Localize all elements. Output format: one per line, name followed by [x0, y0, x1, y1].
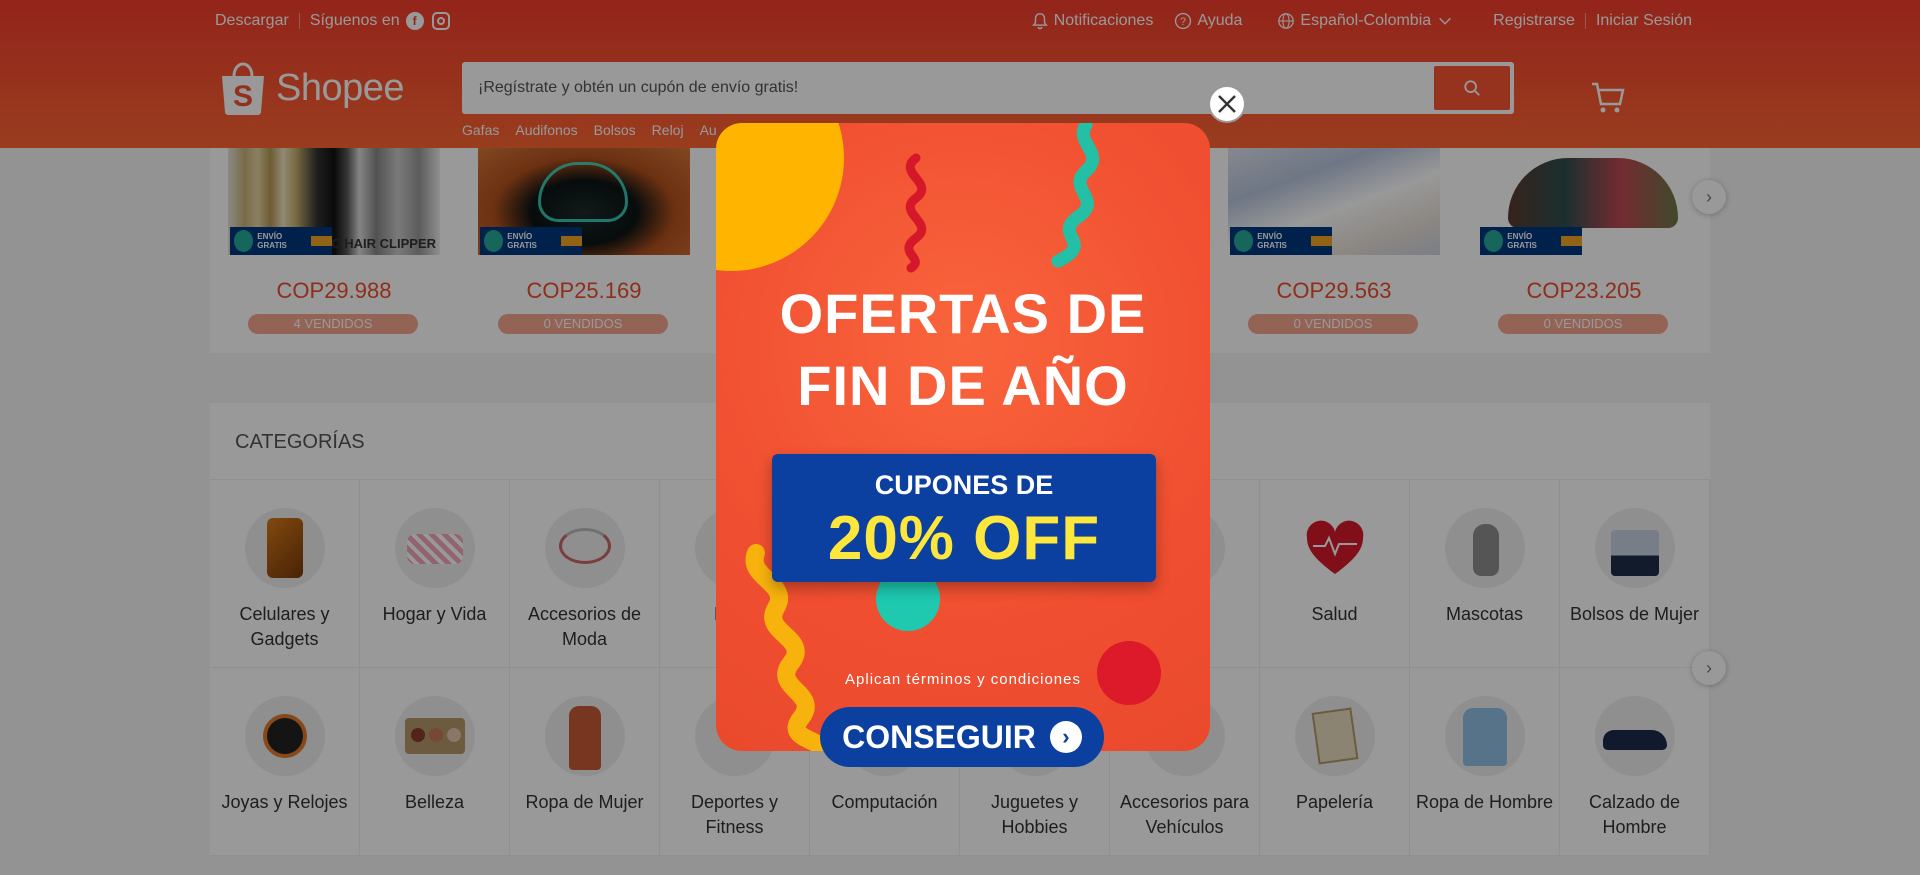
coupon-box: CUPONES DE 20% OFF	[772, 454, 1156, 582]
terms-text: Aplican términos y condiciones	[845, 671, 1081, 688]
close-popup-button[interactable]	[1208, 85, 1246, 123]
chevron-right-icon: ›	[1049, 721, 1082, 753]
confetti-decoration	[716, 123, 1161, 751]
coupon-label: CUPONES DE	[874, 470, 1054, 500]
close-icon	[1218, 95, 1236, 113]
claim-coupon-button[interactable]: CONSEGUIR ›	[820, 707, 1104, 767]
promo-popup[interactable]: OFERTAS DE FIN DE AÑO CUPONES DE 20% OFF…	[716, 123, 1210, 751]
popup-title-line1: OFERTAS DE	[779, 282, 1147, 345]
popup-title-line2: FIN DE AÑO	[797, 354, 1129, 417]
claim-coupon-label: CONSEGUIR	[842, 718, 1036, 755]
coupon-discount: 20% OFF	[827, 504, 1101, 573]
